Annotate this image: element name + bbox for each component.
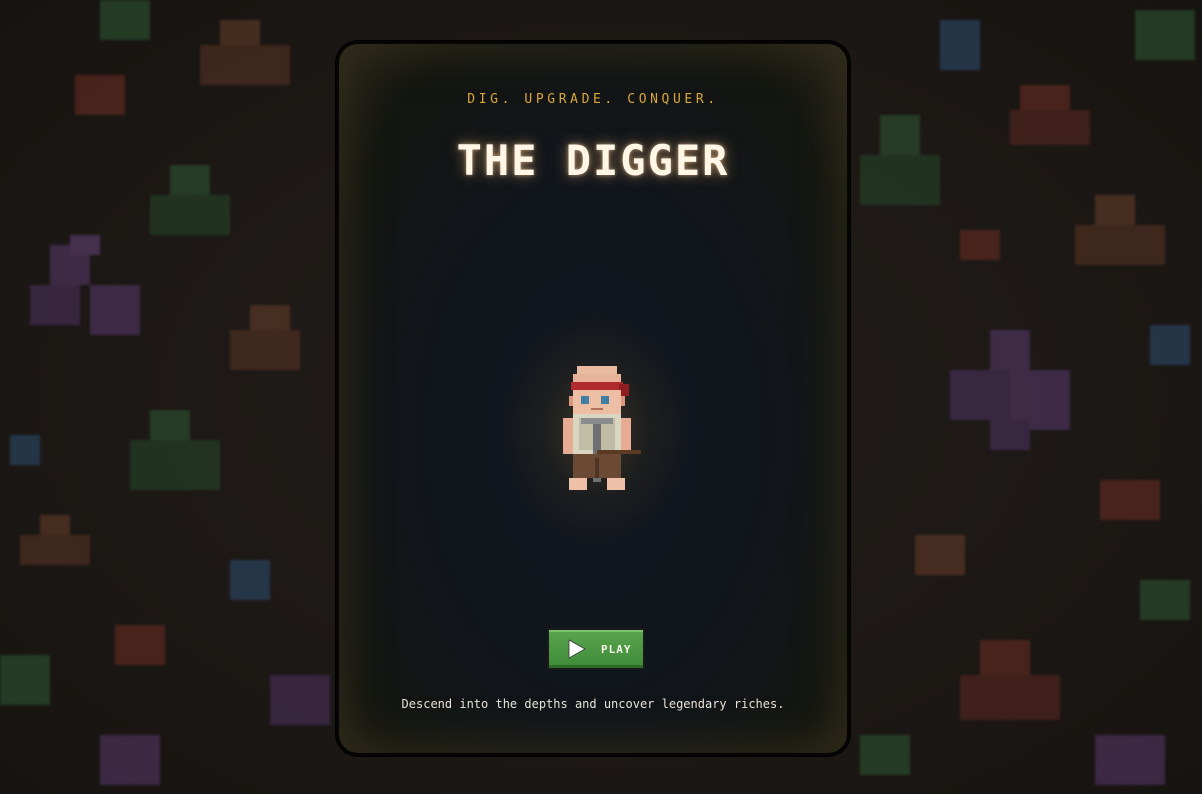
ore-blob (1140, 580, 1200, 630)
ore-blob (115, 625, 175, 675)
ore-blob (30, 225, 150, 345)
game-title: THE DIGGER (456, 136, 730, 185)
title-card: DIG. UPGRADE. CONQUER. THE DIGGER PLAY D… (336, 41, 850, 756)
ore-blob (10, 435, 50, 475)
ore-blob (1150, 325, 1200, 375)
ore-blob (150, 165, 250, 245)
tagline: DIG. UPGRADE. CONQUER. (467, 92, 719, 107)
ore-blob (860, 735, 920, 785)
ore-blob (270, 675, 340, 735)
ore-blob (1135, 10, 1202, 70)
play-button[interactable]: PLAY (547, 628, 645, 670)
ore-blob (230, 560, 280, 610)
description-text: Descend into the depths and uncover lege… (401, 697, 785, 711)
ore-blob (1075, 195, 1175, 275)
ore-blob (130, 410, 230, 500)
ore-blob (0, 655, 60, 715)
ore-blob (200, 10, 300, 100)
ore-blob (960, 640, 1070, 730)
ore-blob (915, 535, 975, 585)
ore-blob (100, 0, 160, 50)
ore-blob (230, 305, 310, 375)
ore-blob (1010, 85, 1100, 155)
ore-blob (940, 20, 990, 80)
ore-blob (860, 115, 950, 215)
ore-blob (75, 75, 135, 125)
ore-blob (20, 515, 100, 575)
ore-blob (1100, 480, 1170, 530)
ore-blob (1095, 735, 1175, 794)
ore-blob (100, 735, 170, 794)
miner-character-icon (563, 366, 641, 490)
play-button-label: PLAY (601, 642, 632, 656)
ore-blob (950, 330, 1080, 460)
play-icon (568, 639, 586, 659)
ore-blob (960, 230, 1010, 270)
game-background: DIG. UPGRADE. CONQUER. THE DIGGER PLAY D… (0, 0, 1202, 794)
